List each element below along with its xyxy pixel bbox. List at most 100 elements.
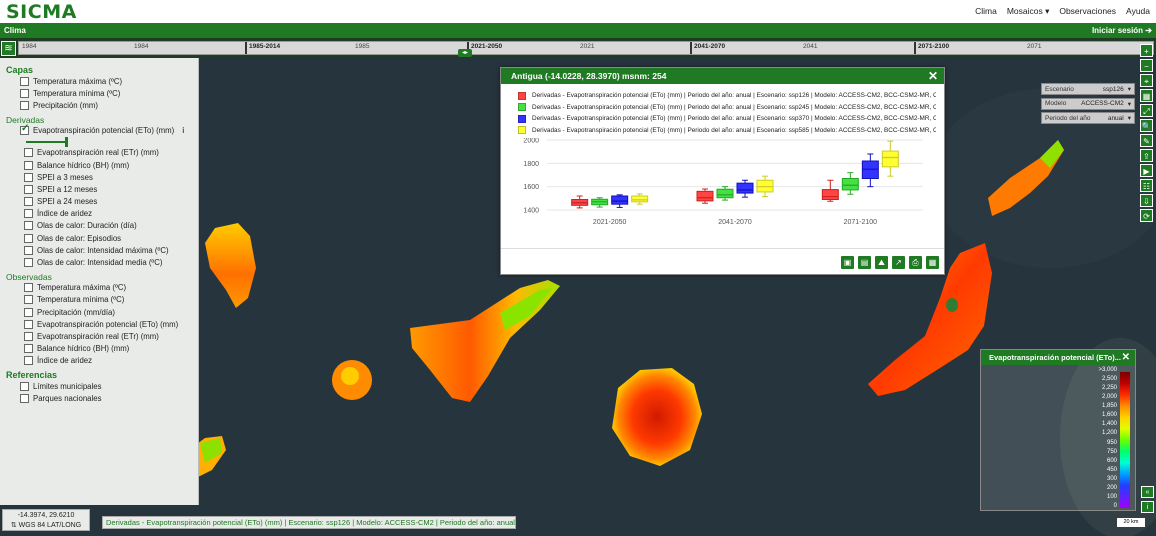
layer-checkbox[interactable] — [24, 160, 33, 170]
box[interactable] — [881, 150, 899, 168]
opacity-slider-handle[interactable] — [65, 136, 68, 147]
layer-checkbox[interactable] — [24, 356, 33, 366]
layer-derived-0[interactable]: Evapotranspiración real (ETr) (mm) — [24, 147, 192, 159]
box[interactable] — [736, 182, 754, 194]
layer-checkbox[interactable] — [20, 100, 29, 110]
layer-checkbox[interactable] — [20, 88, 29, 98]
layer-observed-0[interactable]: Temperatura máxima (ºC) — [24, 282, 192, 294]
layer-derived-1[interactable]: Balance hídrico (BH) (mm) — [24, 159, 192, 171]
login-link[interactable]: Iniciar sesión ➔ — [1092, 26, 1152, 35]
layer-ref-1[interactable]: Parques nacionales — [20, 392, 192, 404]
layer-checkbox[interactable] — [20, 381, 29, 391]
scale-close-icon[interactable]: ✕ — [1122, 352, 1130, 363]
box[interactable] — [611, 195, 629, 205]
layer-derived-5[interactable]: Índice de aridez — [24, 208, 192, 220]
box[interactable] — [696, 190, 714, 202]
layer-derived-3[interactable]: SPEI a 12 meses — [24, 183, 192, 195]
basemap-icon[interactable]: ▦ — [1140, 89, 1153, 102]
info-icon[interactable]: i — [182, 126, 184, 135]
upload-icon[interactable]: ⇪ — [1140, 149, 1153, 162]
layer-checkbox[interactable] — [20, 123, 29, 136]
box[interactable] — [841, 178, 859, 191]
selector-1[interactable]: Modelo ACCESS-CM2 ▾ — [1041, 97, 1135, 110]
timeline-label[interactable]: 1984 — [22, 43, 36, 50]
timeline-track[interactable]: 1984 1984 1985-2014 1985 2021-2050 2021 2041-2… — [18, 41, 1154, 55]
layer-derived-8[interactable]: Olas de calor: Intensidad máxima (ºC) — [24, 244, 192, 256]
info-button[interactable]: i — [1141, 501, 1154, 513]
zoom-out-icon[interactable]: − — [1140, 59, 1153, 72]
layer-checkbox[interactable] — [24, 258, 33, 268]
layer-checkbox[interactable] — [24, 184, 33, 194]
layer-checkbox[interactable] — [24, 209, 33, 219]
timeline-label[interactable]: 1985-2014 — [249, 43, 280, 50]
list-icon[interactable]: ☷ — [1140, 179, 1153, 192]
layer-derived-9[interactable]: Olas de calor: Intensidad media (ºC) — [24, 256, 192, 268]
terrain-icon[interactable]: ⛰ — [875, 256, 888, 269]
layer-checkbox[interactable] — [24, 331, 33, 341]
selector-2[interactable]: Periodo del año anual ▾ — [1041, 112, 1135, 124]
layer-checkbox[interactable] — [24, 148, 33, 158]
legend-entry[interactable]: Derivadas - Evapotranspiración potencial… — [518, 125, 936, 137]
layer-ref-0[interactable]: Límites municipales — [20, 380, 192, 392]
toggle-table-icon[interactable]: ▤ — [858, 256, 871, 269]
play-icon[interactable]: ▶ — [1140, 164, 1153, 177]
layer-derived-6[interactable]: Olas de calor: Duración (día) — [24, 220, 192, 232]
layer-observed-6[interactable]: Índice de aridez — [24, 355, 192, 367]
coordinates-crs[interactable]: ⇅ WGS 84 LAT/LONG — [3, 521, 89, 531]
refresh-icon[interactable]: ⟳ — [1140, 209, 1153, 222]
timeline-handle[interactable]: ◂▸ — [458, 49, 472, 57]
legend-entry[interactable]: Derivadas - Evapotranspiración potencial… — [518, 90, 936, 102]
layer-checkbox[interactable] — [24, 307, 33, 317]
box[interactable] — [631, 195, 649, 203]
legend-entry[interactable]: Derivadas - Evapotranspiración potencial… — [518, 102, 936, 114]
layer-checkbox[interactable] — [24, 221, 33, 231]
timeline-label[interactable]: 2041 — [803, 43, 817, 50]
layer-derived-4[interactable]: SPEI a 24 meses — [24, 196, 192, 208]
timeline-label[interactable]: 2041-2070 — [694, 43, 725, 50]
nav-link-1[interactable]: Mosaicos ▾ — [1007, 6, 1050, 17]
layer-base-1[interactable]: Temperatura mínima (ºC) — [20, 87, 192, 99]
layer-checkbox[interactable] — [20, 76, 29, 86]
layer-checkbox[interactable] — [24, 172, 33, 182]
legend-entry[interactable]: Derivadas - Evapotranspiración potencial… — [518, 113, 936, 125]
export-image-icon[interactable]: ▣ — [841, 256, 854, 269]
nav-link-3[interactable]: Ayuda — [1126, 6, 1150, 17]
layer-checkbox[interactable] — [24, 295, 33, 305]
collapse-legend-button[interactable]: « — [1141, 486, 1154, 498]
layer-observed-5[interactable]: Balance hídrico (BH) (mm) — [24, 343, 192, 355]
layer-observed-2[interactable]: Precipitación (mm/día) — [24, 306, 192, 318]
layer-checkbox[interactable] — [24, 245, 33, 255]
layer-base-2[interactable]: Precipitación (mm) — [20, 99, 192, 111]
timeline-label[interactable]: 2071 — [1027, 43, 1041, 50]
fullscreen-icon[interactable]: ⤢ — [1140, 104, 1153, 117]
layer-observed-1[interactable]: Temperatura mínima (ºC) — [24, 294, 192, 306]
timeline-label[interactable]: 2071-2100 — [918, 43, 949, 50]
download-icon[interactable]: ⇩ — [1140, 194, 1153, 207]
layer-derived-7[interactable]: Olas de calor: Episodios — [24, 232, 192, 244]
nav-link-2[interactable]: Observaciones — [1059, 6, 1116, 17]
popup-close-icon[interactable]: ✕ — [928, 69, 938, 83]
layer-checkbox[interactable] — [24, 233, 33, 243]
print-icon[interactable]: ⎙ — [909, 256, 922, 269]
layer-eto-active[interactable]: Evapotranspiración potencial (ETo) (mm) … — [20, 123, 192, 137]
layer-observed-4[interactable]: Evapotranspiración real (ETr) (mm) — [24, 330, 192, 342]
box[interactable] — [716, 188, 734, 199]
layer-checkbox[interactable] — [24, 319, 33, 329]
open-external-icon[interactable]: ↗ — [892, 256, 905, 269]
layer-observed-3[interactable]: Evapotranspiración potencial (ETo) (mm) — [24, 318, 192, 330]
nav-link-0[interactable]: Clima — [975, 6, 997, 17]
timeline-label[interactable]: 1985 — [355, 43, 369, 50]
locate-icon[interactable]: ⌖ — [1140, 74, 1153, 87]
layer-base-0[interactable]: Temperatura máxima (ºC) — [20, 75, 192, 87]
draw-icon[interactable]: ✎ — [1140, 134, 1153, 147]
search-icon[interactable]: 🔍 — [1140, 119, 1153, 132]
layer-derived-2[interactable]: SPEI a 3 meses — [24, 171, 192, 183]
layer-checkbox[interactable] — [24, 197, 33, 207]
layers-toggle-button[interactable]: ≋ — [1, 41, 16, 56]
layer-checkbox[interactable] — [24, 283, 33, 293]
selector-0[interactable]: Escenario ssp126 ▾ — [1041, 83, 1135, 95]
grid-icon[interactable]: ▦ — [926, 256, 939, 269]
zoom-in-icon[interactable]: + — [1140, 44, 1153, 57]
app-logo[interactable]: SICMA — [6, 1, 77, 23]
timeline-label[interactable]: 2021 — [580, 43, 594, 50]
